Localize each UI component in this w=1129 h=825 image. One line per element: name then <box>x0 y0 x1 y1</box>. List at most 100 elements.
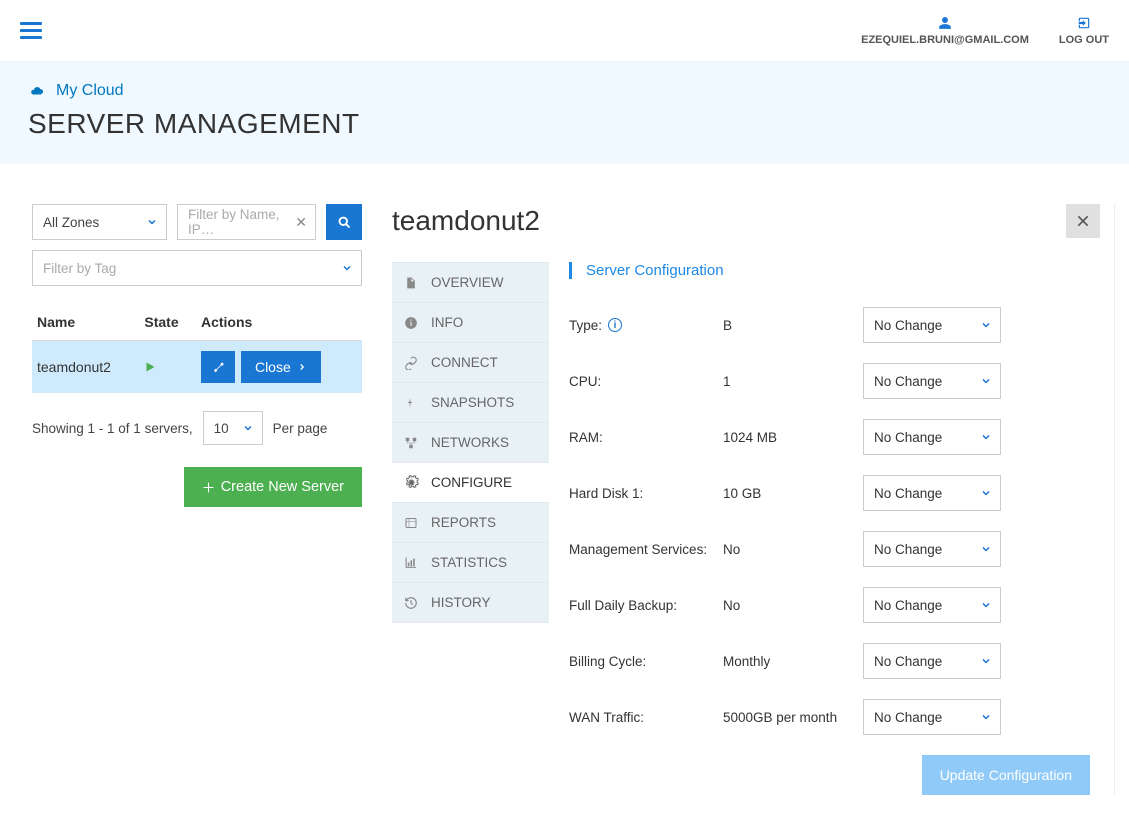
mgmt-label: Management Services: <box>569 542 723 557</box>
disk-value: 10 GB <box>723 486 863 501</box>
filter-placeholder: Filter by Name, IP… <box>188 207 289 237</box>
user-icon <box>938 16 952 30</box>
tab-statistics[interactable]: STATISTICS <box>392 543 549 583</box>
page-size-value: 10 <box>214 421 229 436</box>
user-email: EZEQUIEL.BRUNI@GMAIL.COM <box>861 34 1029 46</box>
network-icon <box>404 436 419 450</box>
billing-value: Monthly <box>723 654 863 669</box>
search-button[interactable] <box>326 204 362 240</box>
file-icon <box>404 276 419 290</box>
tab-snapshots[interactable]: SNAPSHOTS <box>392 383 549 423</box>
topbar: EZEQUIEL.BRUNI@GMAIL.COM LOG OUT <box>0 0 1129 62</box>
chart-icon <box>404 556 419 569</box>
pager-suffix: Per page <box>273 421 328 436</box>
clear-filter-icon[interactable]: ✕ <box>295 214 307 231</box>
server-detail-title: teamdonut2 <box>392 205 540 237</box>
chevron-down-icon <box>980 543 992 555</box>
server-table: Name State Actions teamdonut2 <box>32 304 362 393</box>
col-name: Name <box>32 304 139 341</box>
chevron-down-icon <box>242 422 254 434</box>
cpu-select[interactable]: No Change <box>863 363 1001 399</box>
logout-link[interactable]: LOG OUT <box>1059 16 1109 46</box>
billing-select[interactable]: No Change <box>863 643 1001 679</box>
mgmt-select[interactable]: No Change <box>863 531 1001 567</box>
wan-select[interactable]: No Change <box>863 699 1001 735</box>
wan-value: 5000GB per month <box>723 710 863 725</box>
chevron-down-icon <box>980 375 992 387</box>
pager-text: Showing 1 - 1 of 1 servers, <box>32 421 193 436</box>
tab-statistics-label: STATISTICS <box>431 555 507 570</box>
tab-overview[interactable]: OVERVIEW <box>392 262 549 303</box>
ram-value: 1024 MB <box>723 430 863 445</box>
page-title: SERVER MANAGEMENT <box>28 108 1101 140</box>
tab-connect-label: CONNECT <box>431 355 498 370</box>
tab-reports[interactable]: REPORTS <box>392 503 549 543</box>
backup-value: No <box>723 598 863 613</box>
server-name-cell: teamdonut2 <box>32 341 139 394</box>
detail-tabs: OVERVIEW INFO CONNECT SNAPSHOTS NETWORKS <box>392 262 549 795</box>
create-server-label: Create New Server <box>221 479 344 495</box>
close-panel-button[interactable] <box>1066 204 1100 238</box>
tab-overview-label: OVERVIEW <box>431 275 504 290</box>
pin-icon <box>404 396 419 410</box>
chevron-down-icon <box>980 711 992 723</box>
chevron-down-icon <box>146 216 158 228</box>
disk-label: Hard Disk 1: <box>569 486 723 501</box>
breadcrumb-label: My Cloud <box>56 82 124 100</box>
tab-history-label: HISTORY <box>431 595 491 610</box>
billing-label: Billing Cycle: <box>569 654 723 669</box>
col-actions: Actions <box>196 304 362 341</box>
type-select[interactable]: No Change <box>863 307 1001 343</box>
page-header: My Cloud SERVER MANAGEMENT <box>0 62 1129 164</box>
col-state: State <box>139 304 196 341</box>
chevron-down-icon <box>980 319 992 331</box>
plus-icon <box>202 481 215 494</box>
update-config-button[interactable]: Update Configuration <box>922 755 1090 795</box>
hamburger-menu[interactable] <box>20 22 42 39</box>
chevron-down-icon <box>980 599 992 611</box>
list-icon <box>404 517 419 529</box>
tab-configure[interactable]: CONFIGURE <box>392 463 549 503</box>
link-icon <box>404 356 419 370</box>
type-label: Type: i <box>569 318 723 333</box>
disk-select[interactable]: No Change <box>863 475 1001 511</box>
server-list-panel: All Zones Filter by Name, IP… ✕ Filter b… <box>32 204 362 795</box>
zone-value: All Zones <box>43 215 99 230</box>
chevron-down-icon <box>341 262 353 274</box>
backup-select[interactable]: No Change <box>863 587 1001 623</box>
backup-label: Full Daily Backup: <box>569 598 723 613</box>
user-account-link[interactable]: EZEQUIEL.BRUNI@GMAIL.COM <box>861 16 1029 46</box>
gear-icon <box>404 475 419 490</box>
tab-history[interactable]: HISTORY <box>392 583 549 623</box>
wan-label: WAN Traffic: <box>569 710 723 725</box>
manage-button[interactable] <box>201 351 235 383</box>
tag-placeholder: Filter by Tag <box>43 261 116 276</box>
tab-connect[interactable]: CONNECT <box>392 343 549 383</box>
create-server-button[interactable]: Create New Server <box>184 467 362 507</box>
table-row[interactable]: teamdonut2 Close <box>32 341 362 394</box>
logout-icon <box>1076 16 1092 30</box>
breadcrumb[interactable]: My Cloud <box>28 82 1101 100</box>
filter-tag-select[interactable]: Filter by Tag <box>32 250 362 286</box>
tab-snapshots-label: SNAPSHOTS <box>431 395 514 410</box>
ram-label: RAM: <box>569 430 723 445</box>
ram-select[interactable]: No Change <box>863 419 1001 455</box>
filter-name-ip-input[interactable]: Filter by Name, IP… ✕ <box>177 204 316 240</box>
info-icon[interactable]: i <box>608 318 622 332</box>
close-button-label: Close <box>255 359 291 375</box>
tab-networks[interactable]: NETWORKS <box>392 423 549 463</box>
close-button[interactable]: Close <box>241 351 321 383</box>
cloud-icon <box>28 84 46 98</box>
chevron-down-icon <box>980 655 992 667</box>
update-config-label: Update Configuration <box>940 767 1072 783</box>
history-icon <box>404 596 419 610</box>
logout-label: LOG OUT <box>1059 34 1109 46</box>
type-value: B <box>723 318 863 333</box>
tab-info[interactable]: INFO <box>392 303 549 343</box>
cpu-value: 1 <box>723 374 863 389</box>
page-size-select[interactable]: 10 <box>203 411 263 445</box>
config-form: Server Configuration Type: i B No Change… <box>569 262 1100 795</box>
cpu-label: CPU: <box>569 374 723 389</box>
chevron-down-icon <box>980 487 992 499</box>
zone-select[interactable]: All Zones <box>32 204 167 240</box>
